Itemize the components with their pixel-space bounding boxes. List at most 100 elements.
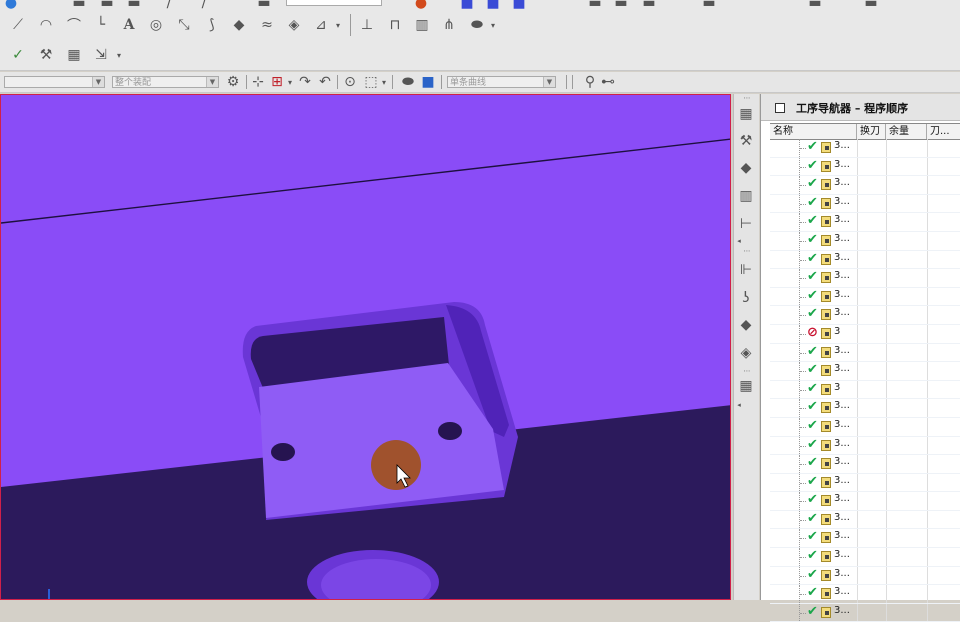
operation-row[interactable]: ✔ 3... — [770, 231, 960, 251]
operation-icon — [821, 197, 831, 209]
extrude-icon[interactable]: ◈ — [285, 16, 303, 34]
top-search-field[interactable] — [286, 0, 382, 6]
body-select-icon[interactable]: ⬬ — [400, 73, 416, 91]
system-scene-icon[interactable]: ◆ — [737, 316, 755, 334]
center-snap-icon[interactable]: ⊙ — [342, 73, 358, 91]
toolbar-separator — [572, 75, 573, 89]
tree-branch — [800, 612, 806, 614]
tool-holder-icon[interactable]: ⊓ — [386, 16, 404, 34]
operation-nav-icon[interactable]: ⊢ — [737, 215, 755, 233]
dropdown-arrow-icon[interactable]: ▾ — [286, 73, 294, 91]
arc-icon[interactable]: ◠ — [37, 16, 55, 34]
part-nav-icon[interactable]: ⚒ — [737, 132, 755, 150]
operation-row[interactable]: ✔ 3... — [770, 250, 960, 270]
settings-icon[interactable]: ⊷ — [600, 73, 616, 91]
assembly-scope-dropdown[interactable]: 整个装配 ▼ — [112, 76, 219, 88]
operation-row[interactable]: ⊘ 3 — [770, 324, 960, 344]
operation-row[interactable]: ✔ 3... — [770, 510, 960, 530]
text-icon[interactable]: A — [120, 16, 138, 34]
curve-options-icon[interactable]: ⊿ — [312, 16, 330, 34]
tool-path-icon[interactable]: ⚒ — [37, 46, 55, 64]
operation-row[interactable]: ✔ 3... — [770, 269, 960, 288]
dropdown-arrow-icon[interactable]: ▾ — [380, 73, 388, 91]
process-icon[interactable]: ▦ — [737, 377, 755, 395]
tree-branch — [800, 464, 806, 466]
operation-row[interactable]: ✔ 3... — [770, 306, 960, 325]
pin-checkbox[interactable] — [775, 103, 785, 113]
dropdown-arrow-icon[interactable]: ▾ — [488, 16, 498, 34]
dropdown-arrow-icon[interactable]: ▾ — [114, 46, 124, 64]
operation-row[interactable]: ✔ 3 — [770, 380, 960, 400]
operation-row[interactable]: ✔ 3... — [770, 157, 960, 177]
operation-row[interactable]: ✔ 3... — [770, 362, 960, 381]
operation-row[interactable]: ✔ 3... — [770, 194, 960, 214]
operation-row[interactable]: ✔ 3... — [770, 455, 960, 474]
table-icon[interactable]: ▦ — [65, 46, 83, 64]
operation-row[interactable]: ✔ 3... — [770, 343, 960, 363]
reuse-library-icon[interactable]: ▥ — [737, 187, 755, 205]
grip-icon[interactable]: ⋯ — [738, 94, 756, 102]
operation-row[interactable]: ✔ 3... — [770, 603, 960, 622]
column-header-tool-change[interactable]: 换刀 — [857, 124, 886, 139]
offset-curve-icon[interactable]: ◎ — [147, 16, 165, 34]
cell-tool-change — [857, 455, 887, 473]
role-icon[interactable]: ʖ — [737, 289, 755, 307]
snap-icon[interactable]: ⊹ — [250, 73, 266, 91]
machining-toolbar: ✓ ⚒ ▦ ⇲ ▾ — [0, 40, 960, 71]
postprocess-icon[interactable]: ⇲ — [92, 46, 110, 64]
dropdown-arrow-icon[interactable]: ▾ — [333, 16, 343, 34]
assembly-nav-icon[interactable]: ▦ — [737, 105, 755, 123]
solid-icon[interactable]: ⬬ — [468, 16, 486, 34]
operation-row[interactable]: ✔ 3... — [770, 176, 960, 195]
line-icon[interactable]: ⟋ — [9, 16, 27, 34]
operation-row[interactable]: ✔ 3... — [770, 473, 960, 493]
snap-curve-icon[interactable]: ↷ — [297, 73, 313, 91]
rectangle-icon[interactable]: └ — [92, 16, 110, 34]
cell-name: ✔ 3... — [770, 269, 858, 287]
graphics-viewport[interactable] — [0, 94, 731, 600]
history-icon[interactable]: ◆ — [737, 159, 755, 177]
operation-row[interactable]: ✔ 3... — [770, 213, 960, 232]
book-icon[interactable]: ▥ — [413, 16, 431, 34]
trim-icon[interactable]: ⤡ — [175, 16, 193, 34]
curve-icon[interactable]: ⌒ — [65, 16, 83, 34]
type-filter-dropdown[interactable]: ▼ — [4, 76, 105, 88]
column-header-tool[interactable]: 刀... — [927, 124, 960, 139]
cube-icon[interactable]: ■ — [420, 73, 436, 91]
project-curve-icon[interactable]: ⟆ — [203, 16, 221, 34]
cell-stock — [886, 417, 928, 436]
grip-icon[interactable]: ⋯ — [738, 367, 756, 375]
verify-icon[interactable]: ✓ — [9, 46, 27, 64]
operation-row[interactable]: ✔ 3... — [770, 436, 960, 456]
operation-name: 3... — [834, 586, 850, 598]
operation-row[interactable]: ✔ 3... — [770, 548, 960, 567]
column-header-stock[interactable]: 余量 — [886, 124, 927, 139]
operation-row[interactable]: ✔ 3... — [770, 287, 960, 307]
tree-branch — [800, 222, 806, 224]
marquee-select-icon[interactable]: ⬚ — [363, 73, 379, 91]
operation-row[interactable]: ✔ 3... — [770, 566, 960, 586]
operation-row[interactable]: ✔ 3... — [770, 492, 960, 511]
operation-row[interactable]: ✔ 3... — [770, 585, 960, 604]
grip-icon[interactable]: ⋯ — [738, 247, 756, 255]
pin-icon[interactable]: ⚲ — [582, 73, 598, 91]
column-header-name[interactable]: 名称 — [770, 124, 857, 139]
wave-curve-icon[interactable]: ≈ — [258, 16, 276, 34]
network-icon[interactable]: ⋔ — [440, 16, 458, 34]
operation-row[interactable]: ✔ 3... — [770, 417, 960, 437]
tree-branch — [800, 501, 806, 503]
filter-icon[interactable]: ⚙ — [225, 73, 241, 91]
operation-row[interactable]: ✔ 3... — [770, 399, 960, 418]
fixture-icon[interactable]: ⊥ — [358, 16, 376, 34]
machine-tool-icon[interactable]: ⊩ — [737, 261, 755, 279]
palette-icon[interactable]: ◈ — [737, 344, 755, 362]
collapse-arrow-icon[interactable]: ◂ — [734, 400, 744, 410]
operation-icon — [821, 569, 831, 581]
select-box-icon[interactable]: ⊞ — [269, 73, 285, 91]
curve-rule-dropdown[interactable]: 单条曲线 ▼ — [447, 76, 556, 88]
snap-arc-icon[interactable]: ↶ — [317, 73, 333, 91]
surface-icon[interactable]: ◆ — [230, 16, 248, 34]
operation-row[interactable]: ✔ 3... — [770, 139, 960, 158]
collapse-arrow-icon[interactable]: ◂ — [734, 236, 744, 246]
operation-row[interactable]: ✔ 3... — [770, 529, 960, 549]
